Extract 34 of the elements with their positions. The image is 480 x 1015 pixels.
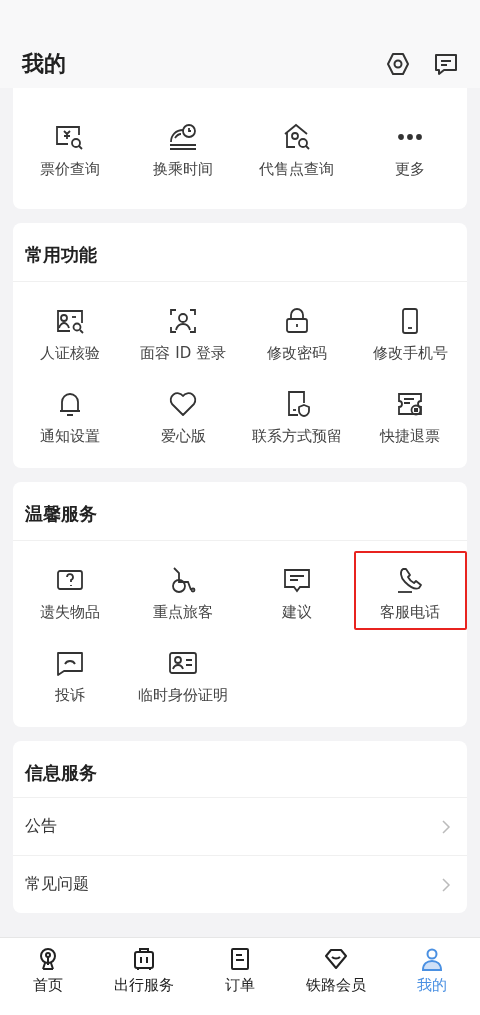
- service-label[interactable]: 通知设置: [39, 427, 100, 446]
- list-item[interactable]: 常见问题: [13, 855, 467, 913]
- chevron-icon: [441, 876, 451, 893]
- service-label[interactable]: 建议: [281, 603, 312, 622]
- settings-icon[interactable]: [384, 50, 412, 78]
- service-label[interactable]: 面容 ID 登录: [140, 344, 226, 363]
- tab-item[interactable]: 首页: [0, 938, 96, 1015]
- list-item[interactable]: 公告: [13, 797, 467, 855]
- service-label[interactable]: 人证核验: [39, 344, 100, 363]
- tab-item[interactable]: 铁路会员: [288, 938, 384, 1015]
- service-label[interactable]: 修改密码: [266, 344, 327, 363]
- section-title: 常用功能: [13, 223, 467, 282]
- tool-label[interactable]: 更多: [395, 160, 426, 179]
- service-label[interactable]: 修改手机号: [372, 344, 448, 363]
- service-label[interactable]: 重点旅客: [153, 603, 214, 622]
- service-label[interactable]: 联系方式预留: [251, 427, 342, 446]
- tool-label[interactable]: 代售点查询: [259, 160, 335, 179]
- service-label[interactable]: 快捷退票: [380, 427, 441, 446]
- tool-label[interactable]: 票价查询: [39, 160, 100, 179]
- service-label[interactable]: 爱心版: [160, 427, 206, 446]
- service-label[interactable]: 临时身份证明: [138, 686, 229, 705]
- tab-item[interactable]: 订单: [192, 938, 288, 1015]
- diamond-icon: [323, 946, 349, 972]
- service-label[interactable]: 投诉: [54, 686, 85, 705]
- chevron-icon: [441, 818, 451, 835]
- suitcase-icon: [131, 946, 157, 972]
- service-label[interactable]: 客服电话: [380, 603, 441, 622]
- section-title: 信息服务: [23, 761, 98, 785]
- person-icon: [419, 946, 445, 972]
- service-label[interactable]: 遗失物品: [39, 603, 100, 622]
- tool-label[interactable]: 换乘时间: [153, 160, 214, 179]
- page-title: 我的: [22, 50, 66, 78]
- section-title: 温馨服务: [13, 482, 467, 541]
- tab-item[interactable]: 出行服务: [96, 938, 192, 1015]
